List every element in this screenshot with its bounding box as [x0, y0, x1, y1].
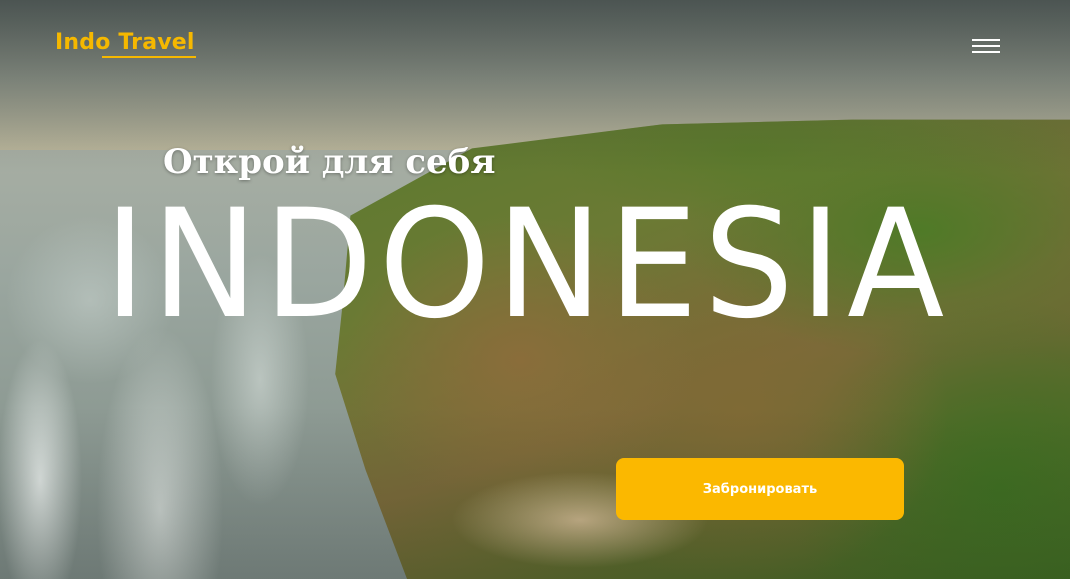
hamburger-menu-icon[interactable]	[968, 36, 1004, 56]
menu-line	[972, 45, 1000, 47]
hero-subtitle: Открой для себя	[163, 142, 496, 182]
book-button[interactable]: Забронировать	[616, 458, 904, 520]
menu-line	[972, 51, 1000, 53]
menu-line	[972, 39, 1000, 41]
logo-underline	[102, 56, 196, 58]
hero-headline-text: INDONESIA	[104, 178, 950, 352]
site-logo[interactable]: Indo Travel	[55, 30, 195, 55]
hero-headline: INDONESIA	[104, 178, 944, 352]
